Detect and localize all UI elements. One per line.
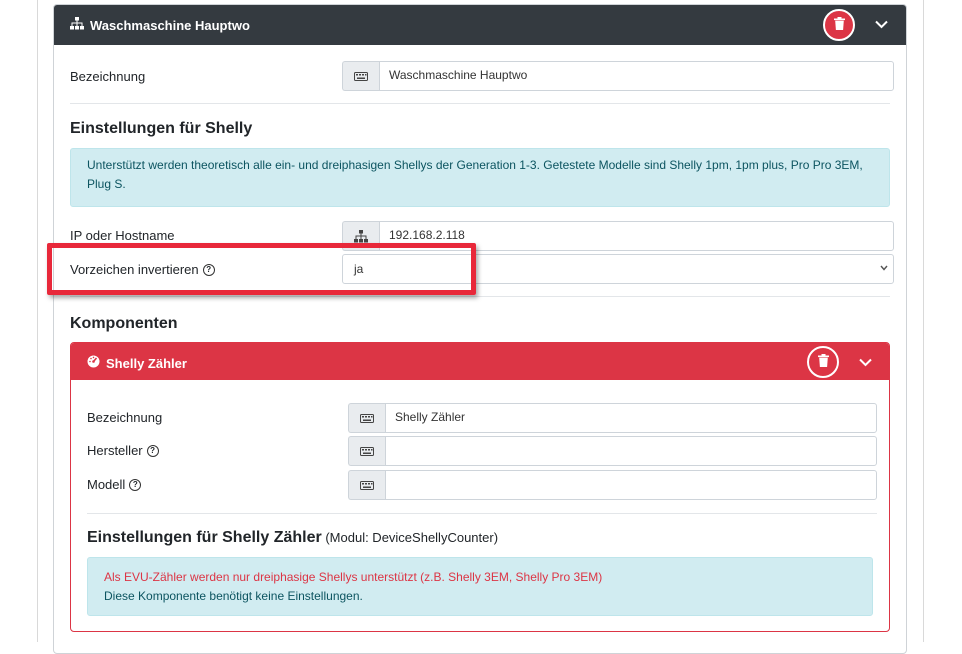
divider [70, 103, 890, 104]
component-settings-title: Einstellungen für Shelly Zähler [87, 529, 322, 546]
hersteller-label: Hersteller ? [87, 443, 159, 458]
component-settings-module: (Modul: DeviceShellyCounter) [325, 530, 499, 545]
trash-icon [833, 17, 845, 33]
bezeichnung-label: Bezeichnung [70, 69, 145, 84]
component-info-box: Als EVU-Zähler werden nur dreiphasige Sh… [87, 557, 873, 616]
keyboard-icon [342, 61, 379, 91]
component-bezeichnung-input-group: Shelly Zähler [348, 403, 877, 433]
keyboard-icon [348, 436, 385, 466]
hersteller-label-text: Hersteller [87, 443, 143, 458]
question-circle-icon[interactable]: ? [129, 478, 142, 491]
modell-label-text: Modell [87, 477, 126, 492]
components-title: Komponenten [70, 315, 178, 332]
component-title-text: Shelly Zähler [106, 355, 187, 371]
modell-label: Modell ? [87, 477, 142, 492]
component-bezeichnung-label-text: Bezeichnung [87, 410, 163, 425]
trash-icon [817, 354, 829, 370]
component-bezeichnung-label: Bezeichnung [87, 410, 162, 425]
hersteller-input-group [348, 436, 877, 466]
page-edge-right [923, 0, 924, 642]
no-settings-text: Diese Komponente benötigt keine Einstell… [104, 589, 363, 603]
shelly-info-box: Unterstützt werden theoretisch alle ein-… [70, 148, 890, 207]
evu-warning-text: Als EVU-Zähler werden nur dreiphasige Sh… [104, 570, 603, 584]
component-bezeichnung-input[interactable]: Shelly Zähler [385, 403, 877, 433]
component-card-title: Shelly Zähler [87, 355, 187, 371]
gauge-icon [87, 355, 100, 371]
shelly-settings-title: Einstellungen für Shelly [70, 120, 253, 137]
shelly-info-text: Unterstützt werden theoretisch alle ein-… [87, 158, 863, 191]
network-icon [70, 17, 84, 33]
component-settings-heading: Einstellungen für Shelly Zähler (Modul: … [87, 529, 498, 547]
device-card-title: Waschmaschine Hauptwo [70, 17, 250, 33]
delete-device-button[interactable] [823, 9, 855, 41]
chevron-down-icon[interactable] [859, 354, 872, 370]
divider [87, 513, 877, 514]
divider [70, 296, 890, 297]
device-card: Waschmaschine Hauptwo Bezeichnung Waschm… [53, 4, 907, 654]
ip-label-text: IP oder Hostname [70, 228, 175, 243]
component-card: Shelly Zähler Bezeichnung Shelly Zähler … [70, 342, 890, 632]
device-card-header[interactable]: Waschmaschine Hauptwo [54, 5, 906, 45]
delete-component-button[interactable] [807, 346, 839, 378]
chevron-down-icon[interactable] [875, 16, 888, 32]
hersteller-input[interactable] [385, 436, 877, 466]
device-title-text: Waschmaschine Hauptwo [90, 17, 250, 33]
keyboard-icon [348, 470, 385, 500]
highlight-annotation-box [47, 243, 476, 295]
bezeichnung-label-text: Bezeichnung [70, 69, 146, 84]
component-card-header[interactable]: Shelly Zähler [71, 343, 889, 380]
page-edge-left [37, 0, 38, 642]
ip-label: IP oder Hostname [70, 228, 175, 243]
question-circle-icon[interactable]: ? [146, 444, 159, 457]
bezeichnung-input-group: Waschmaschine Hauptwo [342, 61, 894, 91]
modell-input-group [348, 470, 877, 500]
bezeichnung-input[interactable]: Waschmaschine Hauptwo [379, 61, 894, 91]
keyboard-icon [348, 403, 385, 433]
modell-input[interactable] [385, 470, 877, 500]
chevron-down-icon [880, 263, 888, 273]
